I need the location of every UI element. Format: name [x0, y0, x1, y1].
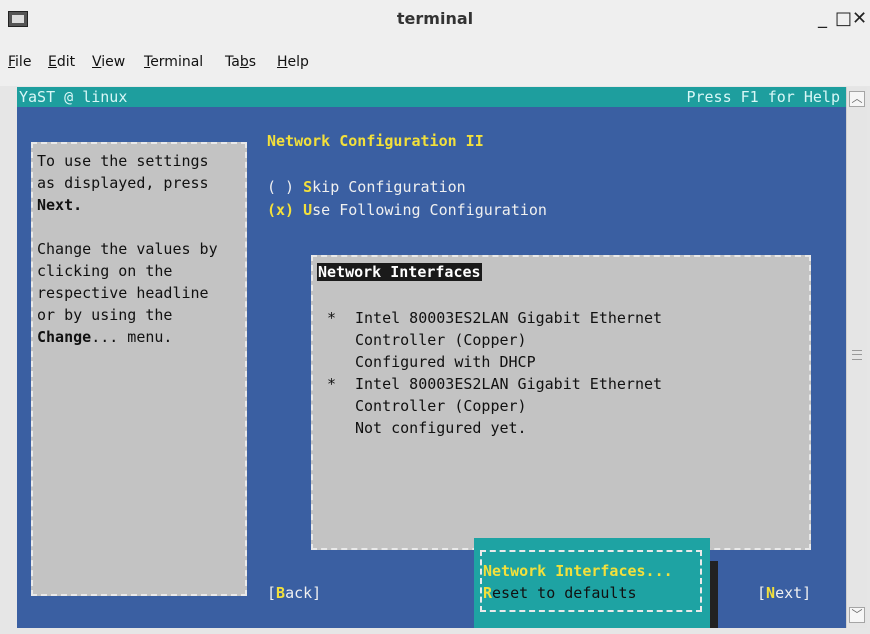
radio-mark: ( ) — [267, 178, 295, 196]
help-line: To use the settings — [37, 152, 209, 170]
help-line: Change the values by — [37, 240, 218, 258]
list-bullet: * — [327, 375, 337, 393]
radio-hotkey: U — [303, 201, 313, 219]
vertical-scrollbar[interactable]: ︿ ﹀ — [846, 87, 867, 628]
help-panel: To use the settings as displayed, press … — [31, 142, 247, 596]
help-line: as displayed, press — [37, 174, 209, 192]
help-line: clicking on the — [37, 262, 173, 280]
interface-name: Intel 80003ES2LAN Gigabit Ethernet — [355, 309, 663, 327]
close-icon[interactable]: ✕ — [852, 8, 867, 29]
reset-label: eset to defaults — [492, 584, 637, 602]
help-line: Next. — [37, 196, 83, 214]
bracket: [ — [267, 584, 277, 602]
menu-edit[interactable]: Edit — [48, 54, 75, 70]
radio-hotkey: S — [303, 178, 313, 196]
help-line: or by using the — [37, 306, 173, 324]
back-hotkey: B — [276, 584, 286, 602]
maximize-icon[interactable]: □ — [835, 8, 852, 29]
radio-use-following-configuration[interactable]: (x) Use Following Configuration — [267, 201, 547, 219]
terminal-content[interactable]: YaST @ linux Press F1 for Help To use th… — [17, 87, 846, 628]
popup-shadow — [710, 561, 718, 628]
help-hint: Press F1 for Help — [686, 88, 840, 106]
interface-type: Controller (Copper) — [355, 397, 527, 415]
terminal-window: terminal _ □ ✕ File Edit View Terminal T… — [0, 0, 870, 634]
radio-label: se Following Configuration — [312, 201, 547, 219]
menu-tabs[interactable]: Tabs — [225, 54, 256, 70]
reset-hotkey: R — [483, 584, 493, 602]
bracket: [ — [757, 584, 767, 602]
next-label: ext] — [775, 584, 812, 602]
list-bullet: * — [327, 309, 337, 327]
radio-skip-configuration[interactable]: ( ) Skip Configuration — [267, 178, 466, 196]
menu-item-network-interfaces[interactable]: Network Interfaces... — [483, 562, 673, 580]
list-title: Network Interfaces — [317, 263, 482, 281]
minimize-icon[interactable]: _ — [818, 8, 827, 29]
network-interfaces-list[interactable]: Network Interfaces * Intel 80003ES2LAN G… — [311, 255, 811, 550]
scroll-grip-icon[interactable] — [852, 350, 862, 360]
scroll-down-icon[interactable]: ﹀ — [849, 607, 865, 623]
interface-status: Not configured yet. — [355, 419, 527, 437]
popup-frame — [480, 550, 702, 612]
title-bar[interactable]: terminal _ □ ✕ — [0, 0, 870, 41]
next-hotkey: N — [766, 584, 776, 602]
menu-help[interactable]: Help — [277, 54, 309, 70]
interface-type: Controller (Copper) — [355, 331, 527, 349]
interface-name: Intel 80003ES2LAN Gigabit Ethernet — [355, 375, 663, 393]
help-line: Change... menu. — [37, 328, 173, 346]
change-menu-popup — [474, 538, 710, 628]
scroll-up-icon[interactable]: ︿ — [849, 91, 865, 107]
radio-label: kip Configuration — [312, 178, 466, 196]
menu-bar: File Edit View Terminal Tabs Help — [0, 40, 870, 86]
menu-view[interactable]: View — [92, 54, 125, 70]
back-button[interactable]: [Back] — [267, 584, 321, 602]
radio-mark: (x) — [267, 201, 295, 219]
yast-header: YaST @ linux Press F1 for Help — [17, 87, 846, 107]
help-line: respective headline — [37, 284, 209, 302]
page-title: Network Configuration II — [267, 132, 484, 150]
next-button[interactable]: [Next] — [757, 584, 811, 602]
menu-terminal[interactable]: Terminal — [144, 54, 203, 70]
yast-host-label: YaST @ linux — [19, 88, 128, 106]
window-title: terminal — [396, 9, 474, 28]
menu-file[interactable]: File — [8, 54, 31, 70]
back-label: ack] — [285, 584, 322, 602]
menu-item-reset-to-defaults[interactable]: Reset to defaults — [483, 584, 637, 602]
interface-status: Configured with DHCP — [355, 353, 536, 371]
